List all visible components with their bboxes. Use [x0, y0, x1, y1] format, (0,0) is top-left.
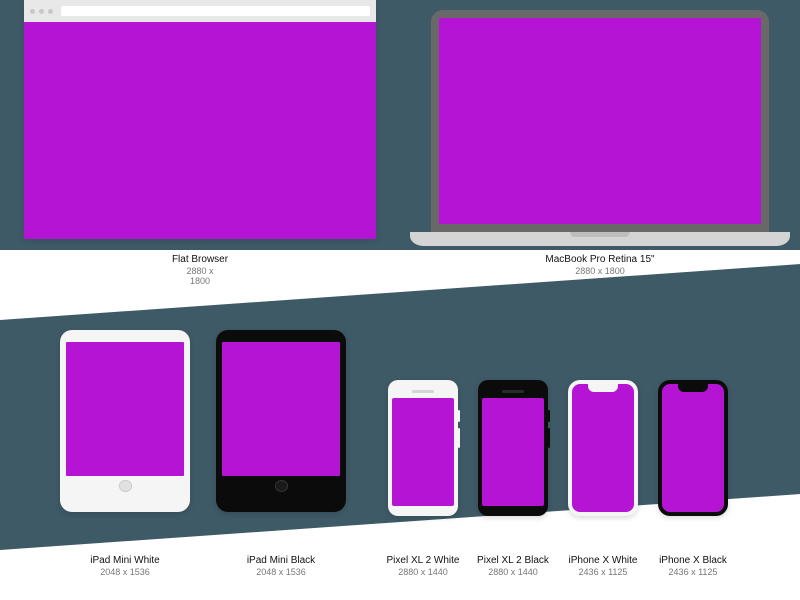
- device-dimensions: 2880 x 1440: [378, 568, 468, 578]
- side-button-icon: [458, 410, 460, 422]
- tablet-frame: [60, 330, 190, 512]
- flat-browser-mockup: [24, 0, 376, 239]
- phone-screen: [392, 398, 454, 506]
- laptop-lid: [431, 10, 769, 232]
- iphone-x-black-label: iPhone X Black 2436 x 1125: [648, 555, 738, 578]
- device-name: MacBook Pro Retina 15": [410, 254, 790, 265]
- laptop-base: [410, 232, 790, 246]
- browser-viewport: [24, 22, 376, 239]
- dim-line: 1800: [190, 276, 210, 286]
- flat-browser-label: Flat Browser 2880 x 1800: [24, 254, 376, 287]
- device-dimensions: 2880 x 1440: [468, 568, 558, 578]
- device-name: Flat Browser: [24, 254, 376, 265]
- pixel-xl2-black-label: Pixel XL 2 Black 2880 x 1440: [468, 555, 558, 578]
- laptop-hinge-notch: [570, 232, 630, 237]
- ipad-mini-white-mockup: [60, 330, 190, 512]
- pixel-xl2-black-mockup: [478, 380, 548, 516]
- iphone-x-white-label: iPhone X White 2436 x 1125: [558, 555, 648, 578]
- speaker-icon: [412, 390, 434, 393]
- pixel-xl2-white-label: Pixel XL 2 White 2880 x 1440: [378, 555, 468, 578]
- device-name: iPad Mini Black: [216, 555, 346, 566]
- phone-screen: [482, 398, 544, 506]
- device-dimensions: 2436 x 1125: [648, 568, 738, 578]
- device-dimensions: 2880 x 1800: [24, 267, 376, 287]
- iphone-x-white-mockup: [568, 380, 638, 516]
- display-notch-icon: [588, 384, 618, 392]
- laptop-screen: [439, 18, 761, 224]
- macbook-pro-label: MacBook Pro Retina 15" 2880 x 1800: [410, 254, 790, 277]
- home-button-icon: [119, 480, 132, 492]
- device-name: iPhone X White: [558, 555, 648, 566]
- browser-toolbar: [24, 0, 376, 22]
- traffic-light-icon: [39, 9, 44, 14]
- phone-frame: [568, 380, 638, 516]
- side-button-icon: [548, 410, 550, 422]
- dim-line: 2880 x: [186, 266, 213, 276]
- device-name: Pixel XL 2 Black: [468, 555, 558, 566]
- phone-frame: [658, 380, 728, 516]
- side-button-icon: [548, 428, 550, 448]
- device-name: iPad Mini White: [60, 555, 190, 566]
- traffic-lights: [30, 9, 53, 14]
- phone-screen: [572, 384, 634, 512]
- device-dimensions: 2048 x 1536: [216, 568, 346, 578]
- side-button-icon: [458, 428, 460, 448]
- display-notch-icon: [678, 384, 708, 392]
- phone-screen: [662, 384, 724, 512]
- pixel-xl2-white-mockup: [388, 380, 458, 516]
- tablet-frame: [216, 330, 346, 512]
- speaker-icon: [502, 390, 524, 393]
- device-name: iPhone X Black: [648, 555, 738, 566]
- device-dimensions: 2880 x 1800: [410, 267, 790, 277]
- device-name: Pixel XL 2 White: [378, 555, 468, 566]
- phone-frame: [388, 380, 458, 516]
- browser-window: [24, 0, 376, 239]
- device-dimensions: 2436 x 1125: [558, 568, 648, 578]
- tablet-screen: [66, 342, 184, 476]
- device-dimensions: 2048 x 1536: [60, 568, 190, 578]
- macbook-pro-mockup: [410, 10, 790, 246]
- home-button-icon: [275, 480, 288, 492]
- address-bar: [61, 6, 370, 16]
- tablet-screen: [222, 342, 340, 476]
- phone-frame: [478, 380, 548, 516]
- ipad-mini-white-label: iPad Mini White 2048 x 1536: [60, 555, 190, 578]
- ipad-mini-black-mockup: [216, 330, 346, 512]
- ipad-mini-black-label: iPad Mini Black 2048 x 1536: [216, 555, 346, 578]
- traffic-light-icon: [30, 9, 35, 14]
- traffic-light-icon: [48, 9, 53, 14]
- iphone-x-black-mockup: [658, 380, 728, 516]
